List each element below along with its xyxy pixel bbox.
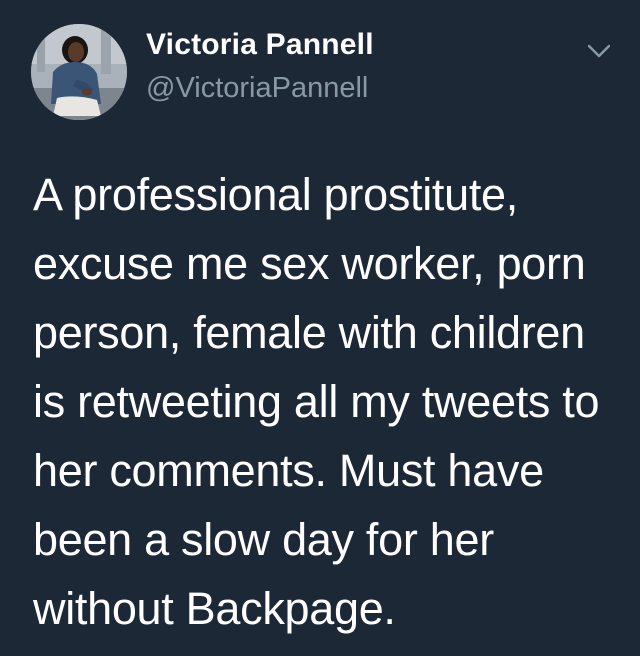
tweet-card: Victoria Pannell @VictoriaPannell A prof…: [0, 0, 640, 656]
author-handle[interactable]: @VictoriaPannell: [146, 72, 368, 105]
tweet-text: A professional prostitute, excuse me sex…: [33, 169, 600, 634]
author-display-name[interactable]: Victoria Pannell: [146, 28, 374, 62]
avatar[interactable]: [31, 24, 127, 120]
avatar-photo-icon: [31, 24, 127, 120]
tweet-menu-button[interactable]: [584, 40, 614, 62]
chevron-down-icon: [587, 44, 611, 58]
